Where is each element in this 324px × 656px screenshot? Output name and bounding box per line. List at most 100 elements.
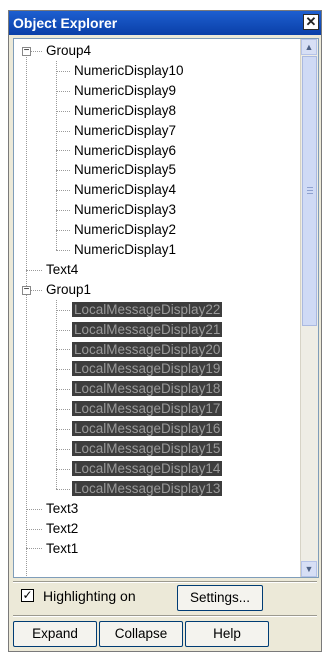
- tree-connector: [56, 110, 70, 112]
- tree-item-label: LocalMessageDisplay15: [72, 441, 223, 456]
- highlighting-label: Highlighting on: [43, 588, 136, 604]
- tree-item[interactable]: NumericDisplay10: [72, 61, 186, 81]
- tree-item-label: LocalMessageDisplay17: [72, 401, 223, 417]
- tree-item-label: LocalMessageDisplay22: [72, 301, 223, 317]
- tree-item[interactable]: NumericDisplay4: [72, 180, 178, 200]
- tree-item-label: NumericDisplay9: [74, 82, 177, 98]
- tree-connector: [56, 429, 70, 431]
- tree-item[interactable]: NumericDisplay7: [72, 121, 178, 141]
- object-tree: − Group4 NumericDisplay10 NumericDisplay9 Nu…: [14, 39, 302, 577]
- tree-connector: [56, 249, 70, 251]
- tree-connector: [26, 528, 42, 530]
- tree-item-label: LocalMessageDisplay20: [72, 341, 223, 357]
- tree-item-label: NumericDisplay5: [74, 162, 177, 178]
- tree-item[interactable]: LocalMessageDisplay14: [72, 459, 223, 479]
- tree-item[interactable]: LocalMessageDisplay19: [72, 359, 223, 379]
- tree-item-label: NumericDisplay2: [74, 222, 177, 238]
- tree-connector: [56, 60, 57, 250]
- tree-item-label: LocalMessageDisplay21: [72, 321, 223, 337]
- tree-connector: [56, 90, 70, 92]
- thumb-grip-line: [307, 193, 313, 194]
- tree-connector: [56, 150, 70, 152]
- tree-item-label: NumericDisplay1: [74, 242, 177, 257]
- object-tree-pane: − Group4 NumericDisplay10 NumericDisplay9 Nu…: [13, 38, 319, 578]
- tree-connector: [56, 130, 70, 132]
- tree-item-label: LocalMessageDisplay18: [72, 381, 223, 397]
- tree-connector: [56, 468, 70, 470]
- highlighting-checkbox[interactable]: ✓: [21, 589, 34, 602]
- object-explorer-window: Object Explorer ✕ − Group4 NumericDisplay1…: [8, 10, 322, 652]
- collapse-button[interactable]: Collapse: [99, 621, 183, 647]
- tree-item[interactable]: NumericDisplay1: [72, 240, 178, 260]
- tree-item[interactable]: NumericDisplay5: [72, 160, 178, 180]
- tree-connector: [56, 70, 70, 72]
- collapse-icon[interactable]: −: [22, 45, 31, 56]
- tree-item-label: LocalMessageDisplay13: [72, 480, 223, 496]
- tree-item-label: NumericDisplay4: [74, 182, 177, 198]
- tree-group-node[interactable]: Group1: [44, 280, 93, 300]
- title-bar: Object Explorer ✕: [9, 11, 321, 35]
- vertical-scrollbar[interactable]: ▲ ▼: [300, 39, 318, 577]
- tree-item-label: Text2: [46, 520, 79, 536]
- tree-item-label: LocalMessageDisplay16: [72, 421, 223, 437]
- tree-connector: [26, 269, 42, 271]
- tree-connector: [26, 508, 42, 510]
- tree-connector: [56, 230, 70, 232]
- tree-item[interactable]: LocalMessageDisplay20: [72, 340, 223, 360]
- thumb-grip-line: [307, 187, 313, 188]
- tree-connector: [56, 369, 70, 371]
- tree-item-label: Text4: [46, 261, 79, 277]
- tree-item-label: NumericDisplay7: [74, 122, 177, 138]
- scroll-up-icon[interactable]: ▲: [301, 39, 317, 55]
- tree-connector: [56, 389, 70, 391]
- scrollbar-thumb[interactable]: [302, 56, 317, 326]
- tree-item[interactable]: LocalMessageDisplay21: [72, 320, 223, 340]
- tree-item[interactable]: LocalMessageDisplay15: [72, 439, 223, 459]
- scroll-down-icon[interactable]: ▼: [301, 561, 317, 577]
- tree-item[interactable]: NumericDisplay3: [72, 200, 178, 220]
- tree-item[interactable]: Text3: [44, 499, 80, 519]
- settings-button[interactable]: Settings...: [177, 585, 263, 611]
- tree-connector: [56, 299, 57, 489]
- tree-item-label: NumericDisplay3: [74, 202, 177, 218]
- tree-connector: [56, 349, 70, 351]
- divider: [13, 582, 317, 583]
- tree-item-label: LocalMessageDisplay14: [72, 460, 223, 476]
- tree-connector: [56, 190, 70, 192]
- divider: [13, 616, 317, 617]
- tree-item[interactable]: LocalMessageDisplay22: [72, 300, 223, 320]
- tree-connector: [56, 309, 70, 311]
- tree-item[interactable]: Text4: [44, 260, 80, 280]
- tree-item[interactable]: LocalMessageDisplay16: [72, 419, 223, 439]
- collapse-icon[interactable]: −: [22, 284, 31, 295]
- tree-item-label: NumericDisplay10: [74, 62, 184, 78]
- tree-item-label: NumericDisplay8: [74, 102, 177, 118]
- tree-item[interactable]: LocalMessageDisplay13: [72, 479, 223, 499]
- close-icon[interactable]: ✕: [303, 14, 319, 30]
- tree-item[interactable]: NumericDisplay2: [72, 220, 178, 240]
- tree-item[interactable]: LocalMessageDisplay18: [72, 379, 223, 399]
- tree-item[interactable]: NumericDisplay8: [72, 101, 178, 121]
- tree-connector: [56, 409, 70, 411]
- tree-connector: [26, 548, 42, 550]
- tree-item[interactable]: LocalMessageDisplay17: [72, 399, 223, 419]
- tree-item[interactable]: NumericDisplay9: [72, 81, 178, 101]
- tree-group-node[interactable]: Group4: [44, 41, 93, 61]
- tree-item-label: LocalMessageDisplay19: [72, 361, 223, 377]
- tree-connector: [56, 210, 70, 212]
- thumb-grip-line: [307, 190, 313, 191]
- tree-item[interactable]: NumericDisplay6: [72, 141, 178, 161]
- tree-item-label: Group4: [46, 43, 92, 58]
- tree-connector: [56, 329, 70, 331]
- tree-item-label: NumericDisplay6: [74, 142, 177, 158]
- tree-item-label: Text3: [46, 500, 79, 516]
- tree-item-label: Text1: [46, 540, 79, 556]
- tree-item[interactable]: Text2: [44, 519, 80, 539]
- window-title: Object Explorer: [13, 15, 118, 31]
- tree-connector: [26, 50, 27, 577]
- expand-button[interactable]: Expand: [13, 621, 97, 647]
- tree-connector: [56, 488, 70, 490]
- help-button[interactable]: Help: [185, 621, 269, 647]
- tree-connector: [56, 170, 70, 172]
- tree-item[interactable]: Text1: [44, 539, 80, 559]
